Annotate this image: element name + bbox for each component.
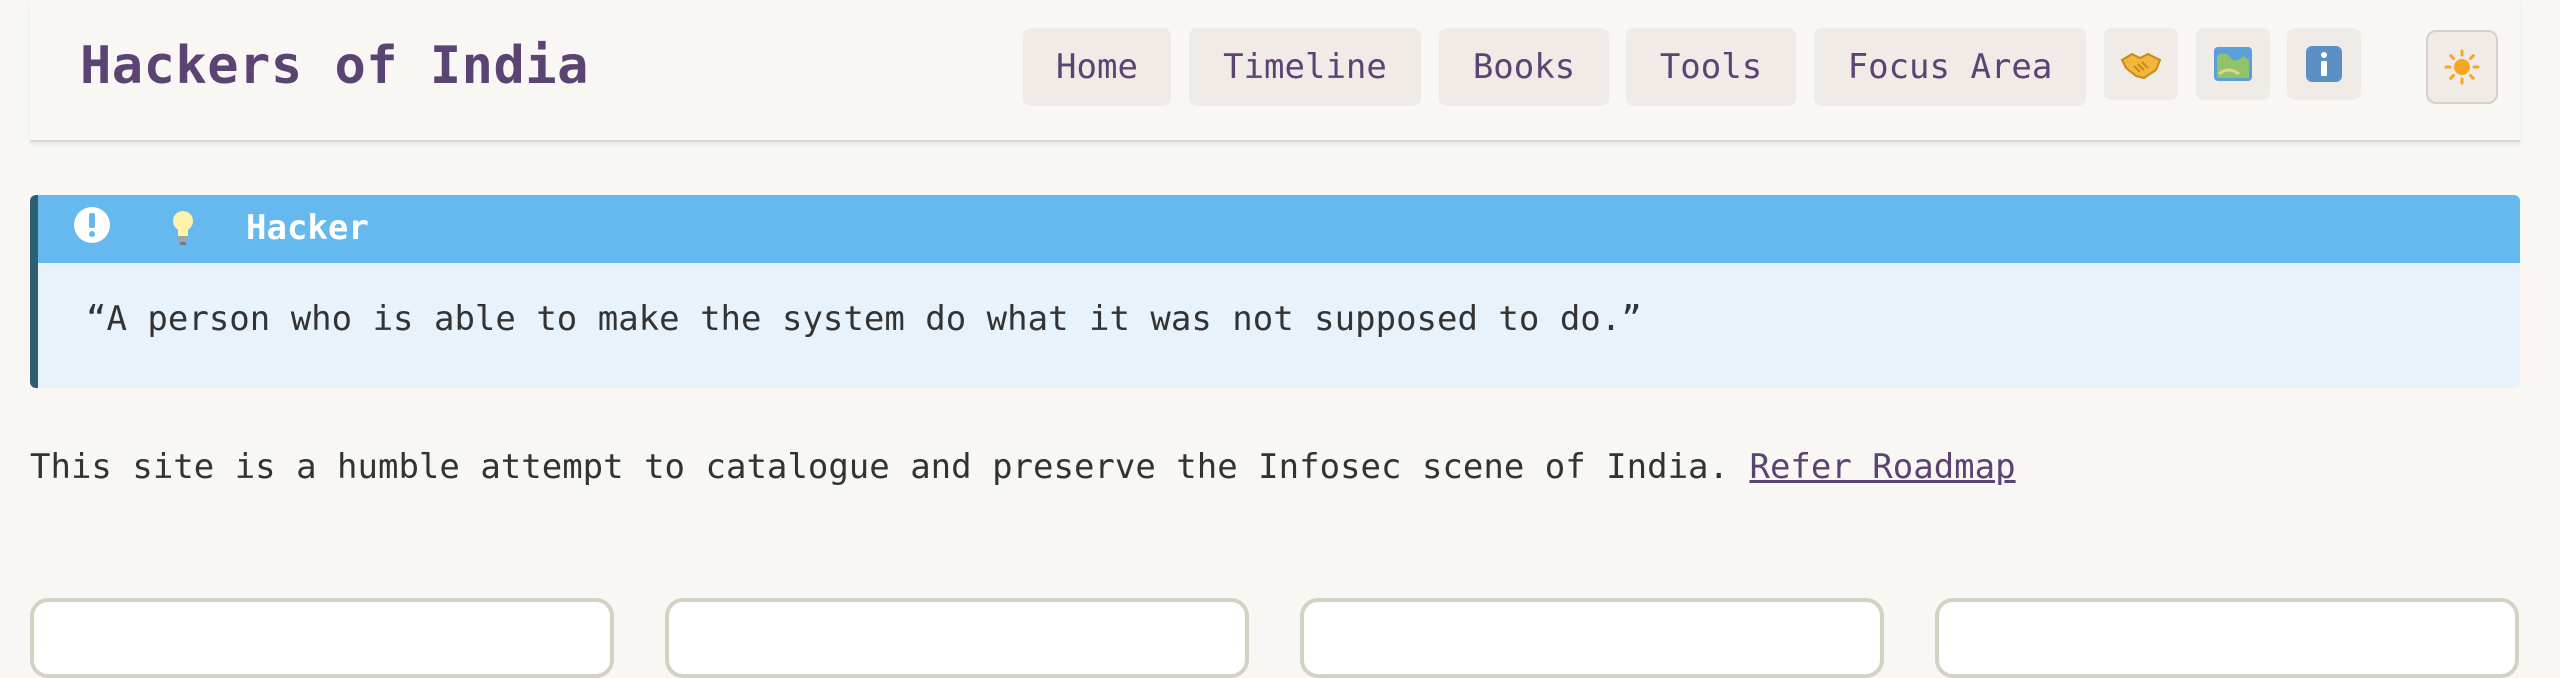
callout-quote: “A person who is able to make the system… (86, 299, 1642, 339)
card[interactable] (1300, 598, 1884, 678)
exclamation-icon (74, 207, 110, 243)
card[interactable] (665, 598, 1249, 678)
nav-home[interactable]: Home (1023, 28, 1171, 106)
site-title[interactable]: Hackers of India (80, 36, 589, 96)
roadmap-link[interactable]: Refer Roadmap (1749, 447, 2015, 487)
nav-focus-area[interactable]: Focus Area (1814, 28, 2086, 106)
site-header: Hackers of India Home Timeline Books Too… (30, 0, 2520, 142)
nav-timeline[interactable]: Timeline (1189, 28, 1421, 106)
info-icon (2306, 46, 2342, 82)
card[interactable] (1935, 598, 2519, 678)
lightbulb-icon (173, 211, 193, 245)
map-icon (2214, 47, 2252, 81)
sun-icon (2444, 49, 2480, 85)
hacker-callout: Hacker “A person who is able to make the… (30, 195, 2520, 388)
handshake-icon (2120, 52, 2162, 80)
callout-title: Hacker (246, 208, 369, 248)
card[interactable] (30, 598, 614, 678)
intro-text: This site is a humble attempt to catalog… (30, 447, 1729, 487)
nav-tools[interactable]: Tools (1626, 28, 1796, 106)
nav-books[interactable]: Books (1439, 28, 1609, 106)
callout-header: Hacker (38, 195, 2520, 263)
theme-toggle-button[interactable] (2426, 30, 2498, 104)
info-button[interactable] (2287, 28, 2361, 100)
handshake-button[interactable] (2104, 28, 2178, 100)
intro-paragraph: This site is a humble attempt to catalog… (30, 445, 2016, 489)
map-button[interactable] (2196, 28, 2270, 100)
